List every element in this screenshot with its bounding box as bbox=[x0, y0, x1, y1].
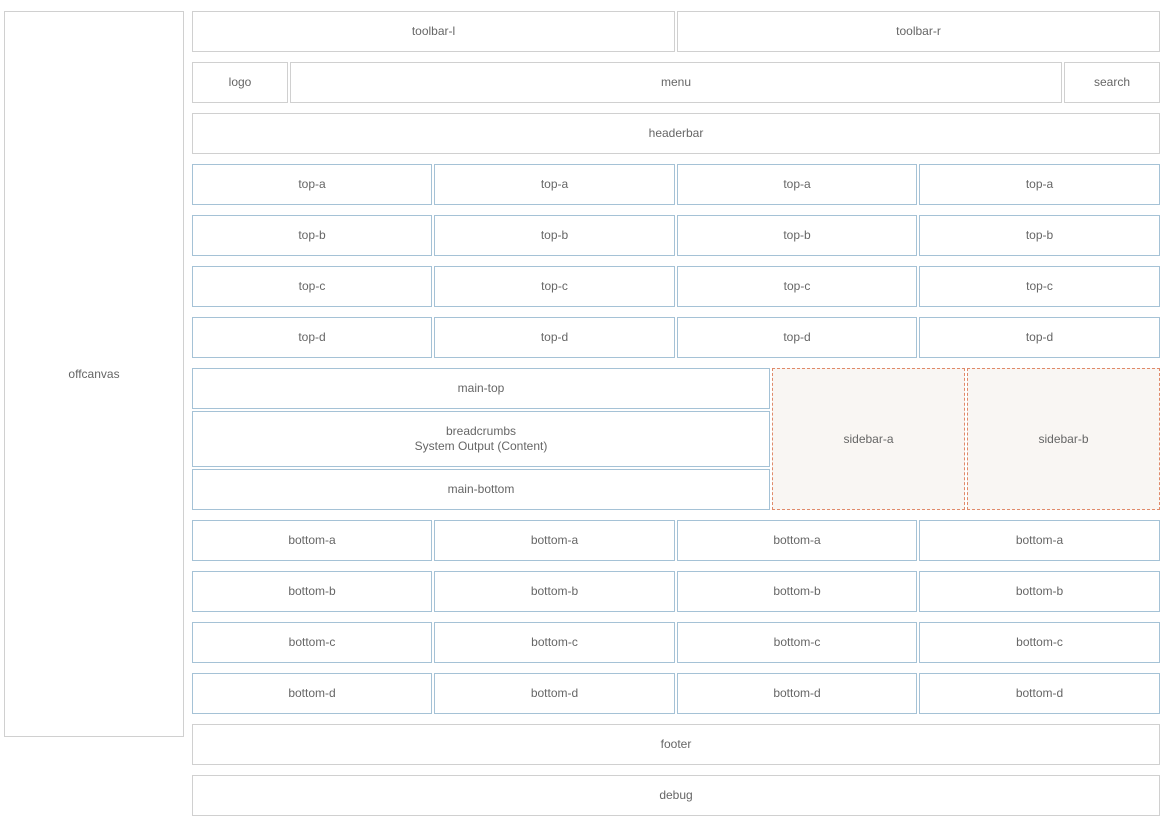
debug: debug bbox=[192, 775, 1160, 816]
bottom-b-1: bottom-b bbox=[192, 571, 432, 612]
search-position: search bbox=[1064, 62, 1160, 103]
toolbar-right: toolbar-r bbox=[677, 11, 1160, 52]
offcanvas-panel: offcanvas bbox=[4, 11, 184, 737]
bottom-a-1: bottom-a bbox=[192, 520, 432, 561]
bottom-d-4: bottom-d bbox=[919, 673, 1160, 714]
bottom-d-1: bottom-d bbox=[192, 673, 432, 714]
menu-position: menu bbox=[290, 62, 1062, 103]
bottom-c-1: bottom-c bbox=[192, 622, 432, 663]
top-b-1: top-b bbox=[192, 215, 432, 256]
top-c-4: top-c bbox=[919, 266, 1160, 307]
sidebar-b: sidebar-b bbox=[967, 368, 1160, 510]
bottom-c-3: bottom-c bbox=[677, 622, 917, 663]
bottom-a-4: bottom-a bbox=[919, 520, 1160, 561]
top-a-4: top-a bbox=[919, 164, 1160, 205]
top-a-3: top-a bbox=[677, 164, 917, 205]
sidebar-a: sidebar-a bbox=[772, 368, 965, 510]
top-d-3: top-d bbox=[677, 317, 917, 358]
system-output-content: System Output (Content) bbox=[414, 439, 548, 453]
main-bottom: main-bottom bbox=[192, 469, 770, 510]
bottom-a-3: bottom-a bbox=[677, 520, 917, 561]
top-b-4: top-b bbox=[919, 215, 1160, 256]
toolbar-left: toolbar-l bbox=[192, 11, 675, 52]
bottom-c-4: bottom-c bbox=[919, 622, 1160, 663]
bottom-b-2: bottom-b bbox=[434, 571, 675, 612]
bottom-a-2: bottom-a bbox=[434, 520, 675, 561]
top-c-1: top-c bbox=[192, 266, 432, 307]
main-content: breadcrumbs System Output (Content) bbox=[192, 411, 770, 467]
breadcrumbs: breadcrumbs bbox=[445, 424, 517, 438]
headerbar: headerbar bbox=[192, 113, 1160, 154]
top-a-1: top-a bbox=[192, 164, 432, 205]
logo-position: logo bbox=[192, 62, 288, 103]
top-c-2: top-c bbox=[434, 266, 675, 307]
bottom-b-3: bottom-b bbox=[677, 571, 917, 612]
top-a-2: top-a bbox=[434, 164, 675, 205]
top-d-1: top-d bbox=[192, 317, 432, 358]
main-top: main-top bbox=[192, 368, 770, 409]
bottom-d-3: bottom-d bbox=[677, 673, 917, 714]
top-d-2: top-d bbox=[434, 317, 675, 358]
top-c-3: top-c bbox=[677, 266, 917, 307]
top-d-4: top-d bbox=[919, 317, 1160, 358]
top-b-2: top-b bbox=[434, 215, 675, 256]
bottom-c-2: bottom-c bbox=[434, 622, 675, 663]
bottom-b-4: bottom-b bbox=[919, 571, 1160, 612]
bottom-d-2: bottom-d bbox=[434, 673, 675, 714]
top-b-3: top-b bbox=[677, 215, 917, 256]
footer: footer bbox=[192, 724, 1160, 765]
